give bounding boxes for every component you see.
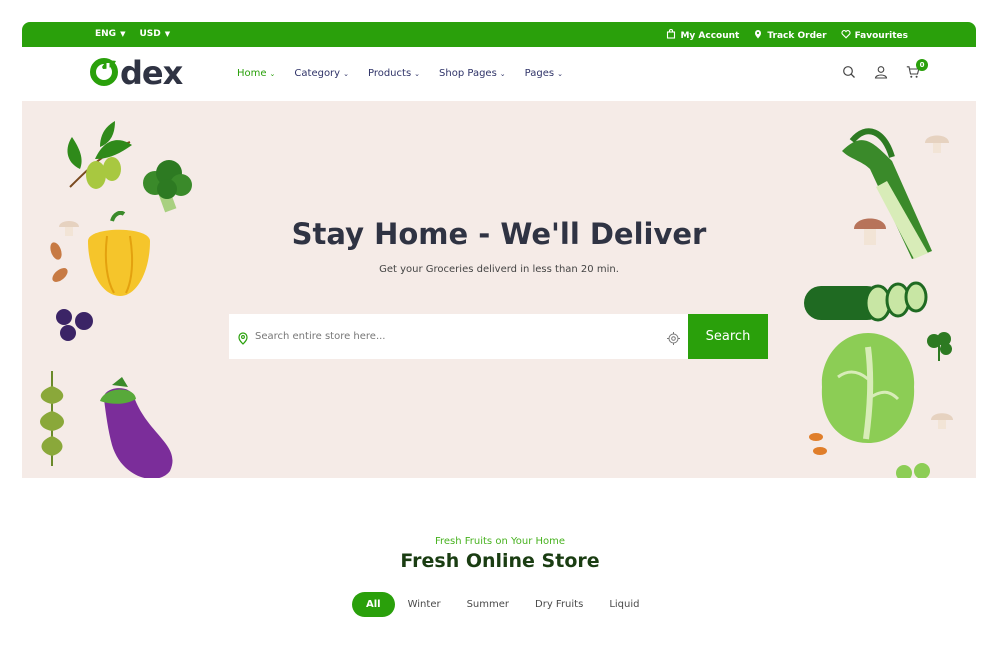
filter-tab-liquid[interactable]: Liquid [596,592,652,617]
olive-branch-illustration [67,121,132,189]
cart-count-badge: 0 [916,59,928,71]
chevron-down-icon: ⌄ [414,69,421,78]
carrot-slices-illustration [809,433,827,455]
hero-banner: Stay Home - We'll Deliver Get your Groce… [22,101,976,478]
language-selector[interactable]: ENG ▼ [95,29,125,39]
nav-item-label: Pages [524,68,555,79]
user-icon[interactable] [874,64,888,83]
section-title: Fresh Online Store [400,550,600,572]
herb-leaf-illustration [40,371,64,466]
nav-item-label: Home [237,68,267,79]
nav-item-label: Products [367,68,412,79]
header-tools: 0 [842,59,928,83]
currency-selector[interactable]: USD ▼ [139,29,170,39]
nav-item-label: Shop Pages [439,68,497,79]
cart-button[interactable]: 0 [906,59,928,83]
blueberries-illustration [56,309,93,341]
search-input[interactable] [255,331,655,342]
filter-tab-winter[interactable]: Winter [395,592,454,617]
page-frame: ENG ▼ USD ▼ My Account Track Order Favou… [22,22,976,642]
filter-tab-dry-fruits[interactable]: Dry Fruits [522,592,596,617]
cucumber-illustration [804,281,928,322]
track-order-link[interactable]: Track Order [753,29,827,42]
top-bar-right: My Account Track Order Favourites [666,29,908,42]
bag-icon [666,29,676,42]
category-filter-tabs: All Winter Summer Dry Fruits Liquid [352,592,652,617]
search-button[interactable]: Search [688,314,768,359]
mushroom-illustration [931,413,953,429]
language-label: ENG [95,29,117,39]
chevron-down-icon: ⌄ [557,69,563,78]
main-header: dex Home ⌄ Category ⌄ Products ⌄ Shop Pa… [22,47,976,101]
hero-title: Stay Home - We'll Deliver [291,217,707,251]
chevron-down-icon: ⌄ [499,69,506,78]
chevron-down-icon: ⌄ [269,69,276,78]
top-bar: ENG ▼ USD ▼ My Account Track Order Favou… [22,22,976,47]
nav-item-products[interactable]: Products ⌄ [368,68,420,79]
logo-text: dex [120,54,183,92]
broccoli-illustration [143,160,192,213]
locate-target-icon[interactable] [667,330,680,349]
eggplant-illustration [100,377,173,478]
track-order-label: Track Order [767,30,827,41]
grapes-illustration [896,463,930,478]
heart-icon [840,29,851,42]
chevron-down-icon: ⌄ [343,69,349,78]
chevron-down-icon: ▼ [164,30,171,38]
chevron-down-icon: ▼ [120,30,126,38]
favourites-label: Favourites [854,30,908,41]
nav-item-category[interactable]: Category ⌄ [294,68,349,79]
location-pin-icon [753,29,763,42]
mushroom-illustration [925,135,949,153]
hero-subtitle: Get your Groceries deliverd in less than… [379,264,619,275]
nav-item-pages[interactable]: Pages ⌄ [525,68,563,79]
search-icon[interactable] [842,64,856,83]
hero-search-bar: Search [229,314,768,359]
top-bar-left: ENG ▼ USD ▼ [95,29,170,39]
filter-tab-summer[interactable]: Summer [454,592,522,617]
parsley-illustration [927,332,952,361]
location-pin-icon [237,330,249,349]
leaf-logo-icon [88,55,120,91]
search-box [229,314,688,359]
my-account-label: My Account [680,30,740,41]
main-nav: Home ⌄ Category ⌄ Products ⌄ Shop Pages … [237,68,563,79]
nav-item-shop-pages[interactable]: Shop Pages ⌄ [439,68,506,79]
my-account-link[interactable]: My Account [666,29,739,42]
logo[interactable]: dex [88,54,183,92]
nav-item-label: Category [294,68,341,79]
filter-tab-all[interactable]: All [352,592,395,617]
section-kicker: Fresh Fruits on Your Home [434,536,566,547]
favourites-link[interactable]: Favourites [840,29,908,42]
currency-label: USD [139,29,161,39]
nav-item-home[interactable]: Home ⌄ [237,68,275,79]
